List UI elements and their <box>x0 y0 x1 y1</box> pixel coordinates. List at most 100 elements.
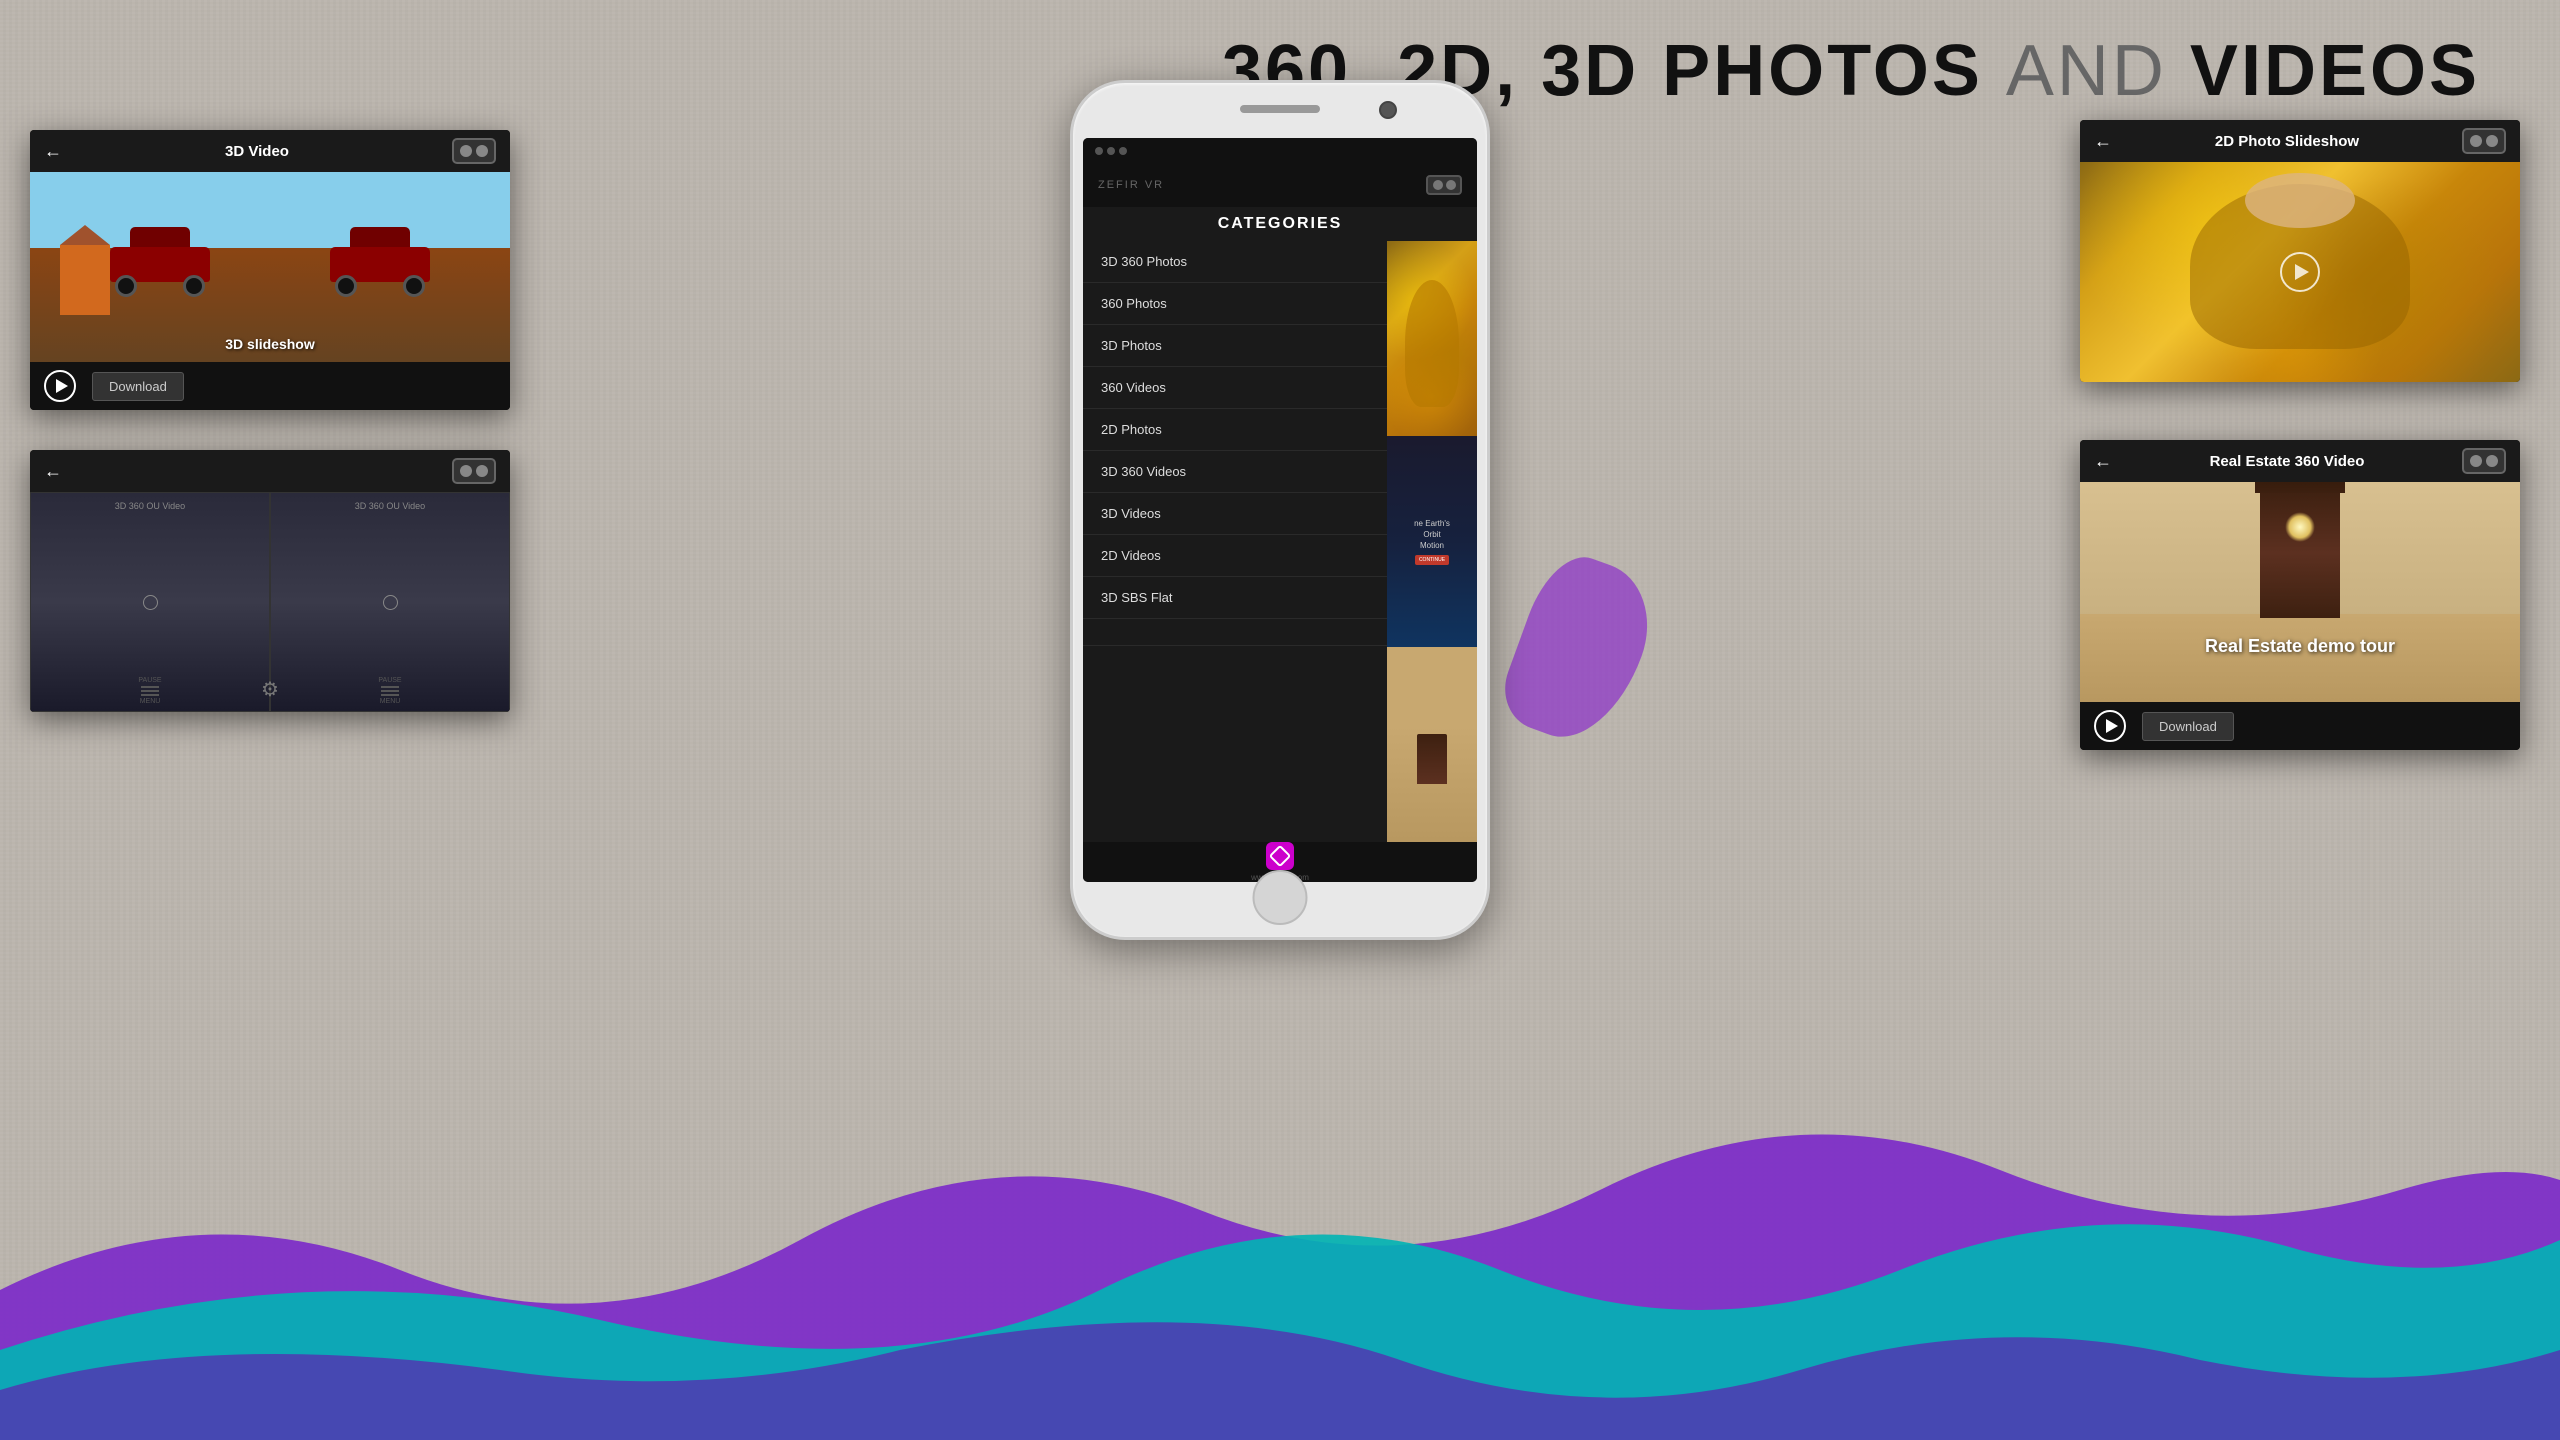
phone-camera <box>1379 101 1397 119</box>
gear-icon[interactable]: ⚙ <box>261 677 279 702</box>
phone-device: ZEFIR VR CATEGORIES 3D 360 Photos 360 Ph… <box>1070 80 1490 940</box>
menu-text-left: MENU <box>140 698 161 705</box>
download-button-real-estate[interactable]: Download <box>2142 712 2234 741</box>
card-header-3d-video: ← 3D Video <box>30 130 510 172</box>
cat-item-3dsbsflat[interactable]: 3D SBS Flat <box>1083 577 1387 619</box>
menu-line <box>141 686 159 688</box>
estate-scene: Real Estate demo tour <box>2080 482 2520 702</box>
vr-icon-2d-photo <box>2462 128 2506 154</box>
cat-item-3d360photos[interactable]: 3D 360 Photos <box>1083 241 1387 283</box>
card-header-vr-360: ← <box>30 450 510 492</box>
vr-lens-right <box>476 145 488 157</box>
estate-door-arch <box>2255 482 2345 493</box>
phone-speaker <box>1240 105 1320 113</box>
wheel-front-left <box>115 275 137 297</box>
menu-text-right: MENU <box>380 698 401 705</box>
play-button-real-estate[interactable] <box>2094 710 2126 742</box>
estate-ceiling-light <box>2285 512 2315 542</box>
vr-lens-2d-r <box>2486 135 2498 147</box>
status-dot-1 <box>1095 147 1103 155</box>
car-top-left <box>130 227 190 249</box>
play-button-3d-video[interactable] <box>44 370 76 402</box>
pause-text-left: PAUSE <box>138 677 161 684</box>
vr-controls-left: PAUSE MENU <box>31 677 269 705</box>
cat-item-2dvideos[interactable]: 2D Videos <box>1083 535 1387 577</box>
cat-item-3dphotos[interactable]: 3D Photos <box>1083 325 1387 367</box>
vr-360-preview: 3D 360 OU Video PAUSE MENU 3D 360 OU Vid… <box>30 492 510 712</box>
vr-icon-real-estate <box>2462 448 2506 474</box>
vr-icon-vr-360 <box>452 458 496 484</box>
card-2d-photo: ← 2D Photo Slideshow <box>2080 120 2520 382</box>
cat-item-3dvideos[interactable]: 3D Videos <box>1083 493 1387 535</box>
card-footer-real-estate: Download <box>2080 702 2520 750</box>
menu-line-r <box>381 690 399 692</box>
car-right <box>315 237 445 297</box>
status-dot-2 <box>1107 147 1115 155</box>
menu-lines-right <box>381 686 399 696</box>
vr-reticle-right <box>383 595 398 610</box>
card-footer-3d-video: Download <box>30 362 510 410</box>
vr-reticle-left <box>143 595 158 610</box>
3d-video-preview: 3D slideshow <box>30 172 510 362</box>
app-icon-inner <box>1269 845 1292 868</box>
2d-photo-preview <box>2080 162 2520 382</box>
vr-label-left: 3D 360 OU Video <box>31 501 269 511</box>
vr-lens-r <box>476 465 488 477</box>
menu-lines-left <box>141 686 159 696</box>
title-and: AND <box>2006 31 2167 111</box>
category-list: 3D 360 Photos 360 Photos 3D Photos 360 V… <box>1083 241 1477 842</box>
download-button-3d-video[interactable]: Download <box>92 372 184 401</box>
card-vr-360: ← 3D 360 OU Video PAUSE MENU <box>30 450 510 712</box>
card-title-3d-video: 3D Video <box>225 143 289 160</box>
thumb-space-orbit: ne Earth'sOrbitMotion CONTINUE <box>1387 436 1477 647</box>
vr-lens-re-l <box>2470 455 2482 467</box>
cat-items-list: 3D 360 Photos 360 Photos 3D Photos 360 V… <box>1083 241 1387 842</box>
app-logo: ZEFIR VR <box>1098 179 1164 191</box>
back-arrow-2d-photo[interactable]: ← <box>2094 131 2112 152</box>
space-text: ne Earth'sOrbitMotion <box>1414 518 1450 552</box>
back-arrow-real-estate[interactable]: ← <box>2094 451 2112 472</box>
back-arrow-vr-360[interactable]: ← <box>44 461 62 482</box>
thumbnail-column: ne Earth'sOrbitMotion CONTINUE <box>1387 241 1477 842</box>
wheel-back-left <box>183 275 205 297</box>
app-header: ZEFIR VR <box>1083 163 1477 207</box>
app-icon[interactable] <box>1266 842 1294 870</box>
thumb-door <box>1387 647 1477 842</box>
menu-line <box>141 694 159 696</box>
3d-slideshow-label: 3D slideshow <box>30 336 510 352</box>
card-title-real-estate: Real Estate 360 Video <box>2210 453 2365 470</box>
vr-lens-l <box>460 465 472 477</box>
vr-icon-3d-video <box>452 138 496 164</box>
wheel-back-right <box>403 275 425 297</box>
cat-item-extra[interactable] <box>1083 619 1387 646</box>
vr-controls-right: PAUSE MENU <box>271 677 509 705</box>
estate-door <box>2260 488 2340 618</box>
cat-item-3d360videos[interactable]: 3D 360 Videos <box>1083 451 1387 493</box>
vr-label-right: 3D 360 OU Video <box>271 501 509 511</box>
vr-half-right: 3D 360 OU Video PAUSE MENU <box>270 492 510 712</box>
card-title-2d-photo: 2D Photo Slideshow <box>2215 133 2359 150</box>
cat-item-360videos[interactable]: 360 Videos <box>1083 367 1387 409</box>
estate-floor <box>2080 614 2520 702</box>
car-top-right <box>350 227 410 249</box>
vr-half-left: 3D 360 OU Video PAUSE MENU <box>30 492 270 712</box>
car-left <box>95 237 225 297</box>
back-arrow-3d-video[interactable]: ← <box>44 141 62 162</box>
car-scene <box>30 172 510 362</box>
vr-header-icon <box>1426 175 1462 195</box>
wave-decoration <box>0 1090 2560 1440</box>
vr-scene: 3D 360 OU Video PAUSE MENU 3D 360 OU Vid… <box>30 492 510 712</box>
menu-line-r <box>381 686 399 688</box>
app-screen: ZEFIR VR CATEGORIES 3D 360 Photos 360 Ph… <box>1083 138 1477 882</box>
cat-item-360photos[interactable]: 360 Photos <box>1083 283 1387 325</box>
card-header-real-estate: ← Real Estate 360 Video <box>2080 440 2520 482</box>
cat-item-2dphotos[interactable]: 2D Photos <box>1083 409 1387 451</box>
thumb-gold-painting <box>1387 241 1477 436</box>
header-vr-lens-r <box>1446 180 1456 190</box>
phone-outer: ZEFIR VR CATEGORIES 3D 360 Photos 360 Ph… <box>1070 80 1490 940</box>
gold-painting-large <box>2080 162 2520 382</box>
phone-home-button[interactable] <box>1253 870 1308 925</box>
portrait-silhouette <box>1405 280 1459 407</box>
continue-button[interactable]: CONTINUE <box>1415 555 1449 565</box>
vr-lens-2d-l <box>2470 135 2482 147</box>
